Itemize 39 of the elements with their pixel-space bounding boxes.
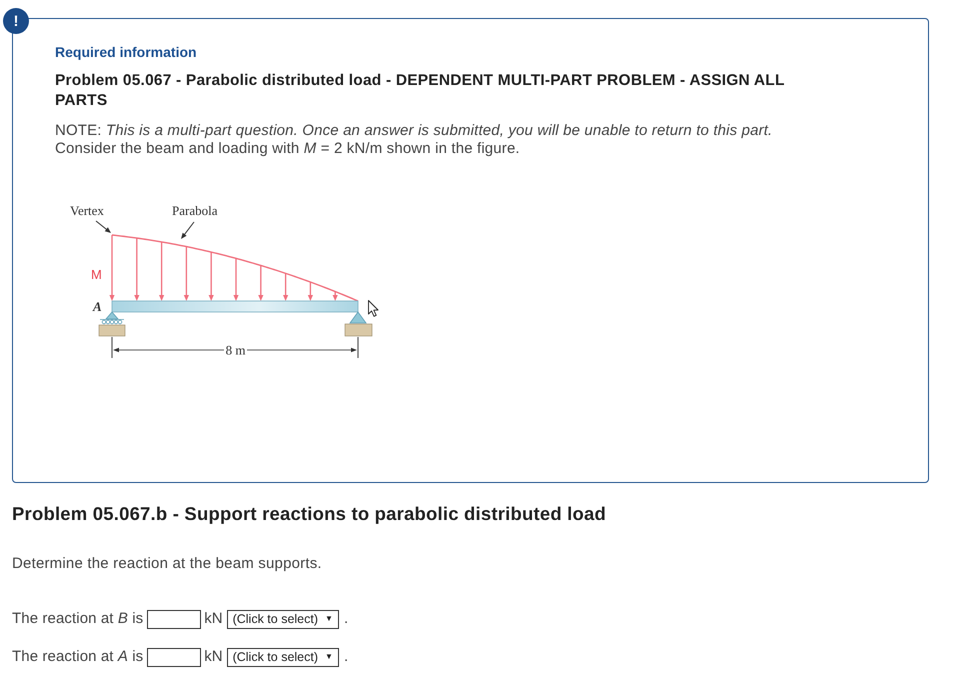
direction-dropdown[interactable]: (Click to select) ▼ [226, 610, 339, 628]
answer-label: The reaction at B is [12, 608, 144, 629]
ground-block [344, 324, 372, 336]
span-label: 8 m [226, 342, 246, 358]
unit-label: kN [204, 608, 223, 629]
given-text: Consider the beam and loading with M = 2 kN/m shown in the figure. [55, 140, 520, 158]
leader-arrow [181, 222, 194, 239]
question-prompt: Determine the reaction at the beam supports. [12, 554, 322, 574]
period-text: . [344, 608, 348, 629]
load-arrow [258, 265, 264, 301]
leader-arrow [96, 220, 111, 233]
roller-support [100, 311, 124, 324]
section-label: Required information [55, 43, 197, 62]
direction-dropdown[interactable]: (Click to select) ▼ [226, 648, 339, 666]
load-arrow [159, 242, 164, 301]
parabola-label: Parabola [172, 203, 218, 218]
load-arrow [208, 252, 214, 301]
load-arrow [184, 246, 189, 301]
answer-label: The reaction at A is [12, 646, 144, 667]
load-magnitude-label: M [91, 267, 102, 282]
period-text: . [344, 646, 348, 667]
note-text: NOTE: This is a multi-part question. Once an answer is submitted, you will be unable to return to this part. [55, 122, 772, 140]
mouse-pointer-icon [368, 300, 378, 317]
vertex-label: Vertex [70, 203, 104, 218]
load-arrow [134, 238, 140, 301]
unit-label: kN [204, 646, 223, 667]
support-label: A [93, 299, 102, 314]
load-arrow [308, 282, 313, 301]
answer-field[interactable] [147, 648, 202, 666]
part-title: Problem 05.067.b - Support reactions to parabolic distributed load [12, 502, 606, 526]
load-arrow [109, 235, 115, 301]
load-arrow [283, 273, 288, 301]
problem-title: Problem 05.067 - Parabolic distributed load - DEPENDENT MULTI-PART PROBLEM - ASSIGN ALL PARTS [55, 71, 786, 111]
alert-badge: ! [3, 8, 29, 34]
load-arrow [233, 258, 239, 301]
answer-field[interactable] [147, 610, 202, 628]
pin-support [349, 311, 367, 324]
load-arrow [332, 292, 338, 301]
ground-block [98, 324, 126, 336]
